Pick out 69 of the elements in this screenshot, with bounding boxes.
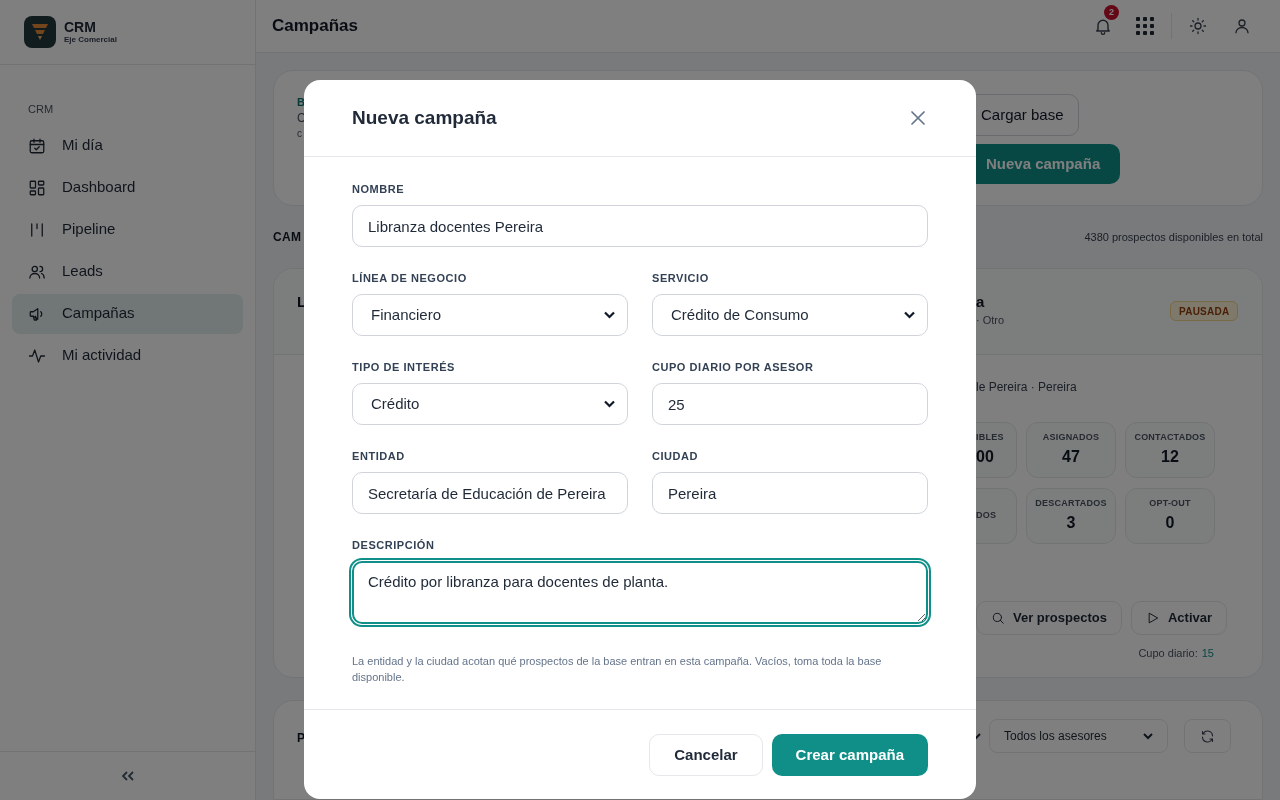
field-label: CIUDAD [652,448,700,464]
action-button[interactable]: Activar [1130,601,1227,635]
stat-label: OPT-OUT [1149,497,1191,511]
modal-title: Nueva campaña [352,105,497,130]
calendar-icon [28,136,46,155]
refresh-button[interactable] [1184,719,1231,753]
stat-label: DOS [976,509,997,523]
page-title: Campañas [272,15,359,38]
stat-label: ASIGNADOS [1042,431,1100,445]
notification-badge: 2 [1104,5,1119,20]
section-label: CRM [27,102,55,117]
field-label: DESCRIPCIÓN [352,537,436,553]
description-field[interactable]: Crédito por libranza para docentes de planta. [352,561,928,624]
advisor-select[interactable]: Todos los asesores [989,719,1168,753]
stat-value: 47 [1062,446,1080,467]
brand-name: CRM [64,20,97,34]
action-button[interactable]: Ver prospectos [976,601,1122,635]
field-label: SERVICIO [652,270,710,286]
caret-icon [1143,732,1153,740]
stat-label: IBLES [976,431,1004,445]
text-fragment: B [297,95,306,109]
collapse-icon[interactable] [121,771,134,781]
refresh-icon [1200,728,1215,744]
field-label: TIPO DE INTERÉS [352,359,456,375]
sidebar-item[interactable]: Mi día [12,125,243,166]
bars-icon [28,220,46,239]
text-fragment: a [976,292,986,312]
field-label: ENTIDAD [352,448,406,464]
stat-value: 0 [1165,512,1175,533]
brand-subtitle: Eje Comercial [64,36,117,44]
field-label: LÍNEA DE NEGOCIO [352,270,468,286]
stat-label: DESCARTADOS [1035,497,1107,511]
field-label: CUPO DIARIO POR ASESOR [652,359,815,375]
stat-label: CONTACTADOS [1134,431,1206,445]
input-field[interactable]: Pereira [652,472,928,514]
caret-icon [904,311,915,319]
logo-icon [24,16,56,48]
text-fragment: c [297,127,303,141]
sidebar-item[interactable]: Leads [12,251,243,292]
caret-icon [604,400,615,408]
select-field[interactable]: Crédito de Consumo [652,294,928,336]
quota-label: Cupo diario: [1138,646,1198,661]
campaign-meta: · Otro [976,313,1006,328]
quota-value: 15 [1201,646,1214,661]
input-field[interactable]: Libranza docentes Pereira [352,205,928,247]
activity-icon [28,346,46,365]
sidebar-item[interactable]: Dashboard [12,167,243,208]
input-field[interactable]: 25 [652,383,928,425]
sidebar-item[interactable]: Campañas [12,293,243,334]
input-field[interactable]: Secretaría de Educación de Pereira [352,472,628,514]
cancel-button[interactable]: Cancelar [649,734,763,776]
total-prospects: 4380 prospectos disponibles en total [1084,229,1263,245]
dashboard-icon [28,178,46,197]
status-badge: PAUSADA [1170,301,1239,321]
stat-value: 12 [1161,446,1179,467]
sidebar-item[interactable]: Pipeline [12,209,243,250]
close-icon[interactable] [908,108,928,128]
create-campaign-button[interactable]: Crear campaña [771,734,928,776]
search-icon [991,611,1005,625]
caret-icon [604,311,615,319]
section-heading: CAM [273,229,302,246]
select-field[interactable]: Financiero [352,294,628,336]
hint-text: La entidad y la ciudad acotan qué prospectos de la base entran en esta campaña. Vacíos, toma toda la base disponible. [352,654,883,685]
field-label: NOMBRE [352,181,406,197]
sidebar-item[interactable]: Mi actividad [12,335,243,376]
stat-value: 3 [1066,512,1076,533]
select-field[interactable]: Crédito [352,383,628,425]
stat-value: 00 [976,446,994,467]
campaign-location: le Pereira · Pereira [976,379,1078,396]
